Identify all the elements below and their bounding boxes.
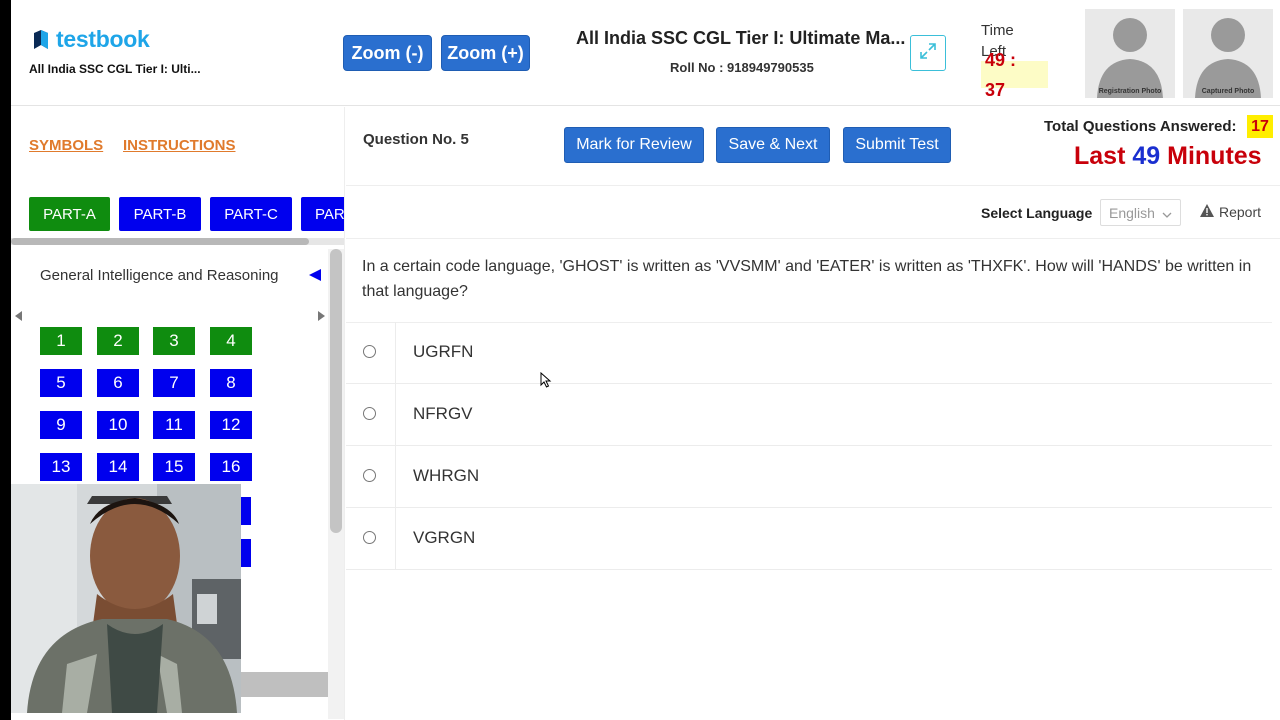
question-palette-button[interactable] <box>241 497 251 525</box>
person-silhouette-icon <box>1195 18 1261 98</box>
divider <box>346 185 1280 186</box>
question-palette-button[interactable]: 10 <box>97 411 139 439</box>
header: testbook All India SSC CGL Tier I: Ulti.… <box>0 0 1280 106</box>
window-edge <box>0 0 11 720</box>
option-radio[interactable] <box>363 407 376 420</box>
question-text: In a certain code language, 'GHOST' is w… <box>362 258 1252 300</box>
question-palette-button[interactable]: 4 <box>210 327 252 355</box>
question-palette-button[interactable]: 15 <box>153 453 195 481</box>
section-name: General Intelligence and Reasoning <box>40 267 279 284</box>
question-palette-button[interactable]: 7 <box>153 369 195 397</box>
zoom-out-button[interactable]: Zoom (-) <box>343 35 432 71</box>
submit-test-button[interactable]: Submit Test <box>843 127 951 163</box>
last-suffix: Minutes <box>1167 142 1262 170</box>
brand-logo: testbook <box>32 26 150 53</box>
timer-seconds: 37 <box>985 80 1006 100</box>
last-number: 49 <box>1132 142 1161 170</box>
legend-bar <box>241 672 328 697</box>
testbook-logo-icon <box>32 29 50 51</box>
divider <box>395 446 396 507</box>
webcam-overlay <box>7 484 241 713</box>
zoom-in-button[interactable]: Zoom (+) <box>441 35 530 71</box>
option-text: NFRGV <box>413 404 473 423</box>
select-language-label: Select Language <box>981 205 1093 221</box>
save-next-button[interactable]: Save & Next <box>716 127 830 163</box>
question-number: Question No. 5 <box>363 131 469 148</box>
last-minutes-banner: Last 49 Minutes <box>1074 142 1262 171</box>
question-palette-button[interactable]: 11 <box>153 411 195 439</box>
scroll-thumb[interactable] <box>330 249 342 533</box>
collapse-arrow-icon[interactable] <box>308 268 322 287</box>
question-palette-button[interactable]: 16 <box>210 453 252 481</box>
question-palette-button[interactable]: 12 <box>210 411 252 439</box>
expand-icon <box>919 42 937 65</box>
roll-number: Roll No : 918949790535 <box>670 60 814 75</box>
question-palette-button[interactable] <box>241 539 251 567</box>
person-silhouette-icon <box>1097 18 1163 98</box>
parts-horizontal-scrollbar[interactable] <box>11 238 344 245</box>
part-d-tab[interactable]: PAR <box>301 197 344 231</box>
question-palette-button[interactable]: 13 <box>40 453 82 481</box>
option-row-4[interactable]: VGRGN <box>346 508 1272 570</box>
option-text: VGRGN <box>413 528 476 547</box>
divider <box>346 238 1280 239</box>
report-label: Report <box>1219 204 1262 220</box>
question-palette-button[interactable]: 5 <box>40 369 82 397</box>
question-palette-button[interactable]: 9 <box>40 411 82 439</box>
fullscreen-button[interactable] <box>910 35 946 71</box>
language-select[interactable]: English <box>1100 199 1181 226</box>
question-palette-button[interactable]: 14 <box>97 453 139 481</box>
scroll-left-icon[interactable] <box>15 308 23 326</box>
palette-vertical-scrollbar[interactable] <box>328 249 344 719</box>
registration-photo-caption: Registration Photo <box>1098 88 1162 95</box>
mouse-pointer-icon <box>540 371 552 393</box>
part-b-tab[interactable]: PART-B <box>119 197 201 231</box>
option-text: UGRFN <box>413 342 474 361</box>
option-row-2[interactable]: NFRGV <box>346 384 1272 446</box>
total-answered-label: Total Questions Answered: <box>1044 118 1237 135</box>
question-palette-button[interactable]: 3 <box>153 327 195 355</box>
question-palette-button[interactable]: 1 <box>40 327 82 355</box>
parts-strip: PART-A PART-B PART-C PAR <box>11 185 344 241</box>
brand-name: testbook <box>56 26 150 52</box>
presenter-video-image <box>7 484 241 713</box>
report-button[interactable]: Report <box>1200 204 1261 220</box>
part-c-tab[interactable]: PART-C <box>210 197 292 231</box>
option-row-1[interactable]: UGRFN <box>346 322 1272 384</box>
language-selected-value: English <box>1109 204 1155 221</box>
option-row-3[interactable]: WHRGN <box>346 446 1272 508</box>
warning-icon <box>1200 204 1214 220</box>
divider <box>395 384 396 445</box>
last-prefix: Last <box>1074 142 1126 170</box>
exam-title: All India SSC CGL Tier I: Ultimate Ma... <box>576 28 906 48</box>
question-palette-button[interactable]: 6 <box>97 369 139 397</box>
option-radio[interactable] <box>363 345 376 358</box>
scroll-right-icon[interactable] <box>317 308 325 326</box>
instructions-link[interactable]: INSTRUCTIONS <box>123 137 236 154</box>
question-palette-button[interactable]: 2 <box>97 327 139 355</box>
option-radio[interactable] <box>363 469 376 482</box>
captured-photo-caption: Captured Photo <box>1201 88 1255 95</box>
exam-short-title: All India SSC CGL Tier I: Ulti... <box>29 62 201 76</box>
captured-photo: Captured Photo <box>1183 9 1273 98</box>
divider <box>395 322 396 383</box>
total-answered-count: 17 <box>1247 115 1273 138</box>
registration-photo: Registration Photo <box>1085 9 1175 98</box>
part-a-tab[interactable]: PART-A <box>29 197 110 231</box>
chevron-down-icon <box>1162 205 1172 221</box>
divider <box>395 508 396 569</box>
option-text: WHRGN <box>413 466 480 485</box>
timer-minutes: 49 : <box>985 50 1017 70</box>
question-palette-button[interactable]: 8 <box>210 369 252 397</box>
symbols-link[interactable]: SYMBOLS <box>29 137 103 154</box>
scroll-thumb[interactable] <box>11 238 309 245</box>
option-radio[interactable] <box>363 531 376 544</box>
mark-for-review-button[interactable]: Mark for Review <box>564 127 704 163</box>
